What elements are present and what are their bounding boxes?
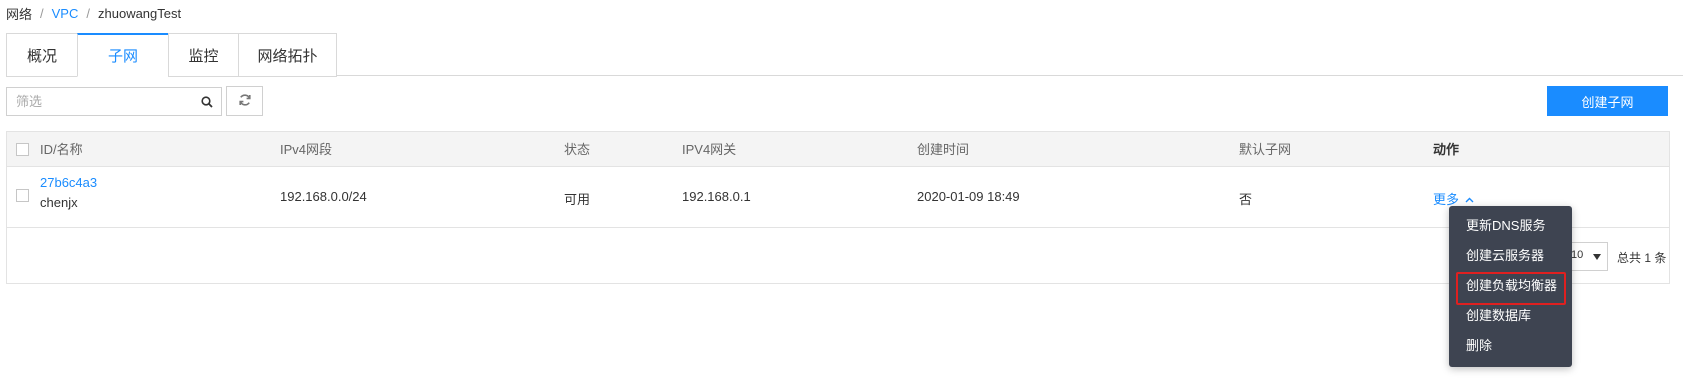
menu-item-create-database[interactable]: 创建数据库: [1449, 301, 1572, 331]
menu-item-create-server[interactable]: 创建云服务器: [1449, 241, 1572, 271]
breadcrumb-vpc[interactable]: VPC: [52, 6, 79, 21]
page-size-select[interactable]: 10: [1568, 242, 1608, 271]
subnet-default: 否: [1239, 192, 1253, 207]
breadcrumb: 网络 / VPC / zhuowangTest: [6, 4, 181, 23]
create-subnet-button[interactable]: 创建子网: [1547, 86, 1668, 116]
table-header: ID/名称 IPv4网段 状态 IPV4网关 创建时间 默认子网 动作: [7, 132, 1669, 167]
subnet-id-link[interactable]: 27b6c4a3: [40, 175, 97, 190]
table-footer: [7, 228, 1669, 283]
search-icon[interactable]: [192, 88, 221, 115]
column-header-status: 状态: [564, 142, 591, 157]
filter-input[interactable]: [7, 88, 192, 115]
breadcrumb-network[interactable]: 网络: [6, 4, 32, 23]
menu-item-delete[interactable]: 删除: [1449, 331, 1572, 361]
subnet-cidr: 192.168.0.0/24: [280, 189, 367, 204]
tab-monitor[interactable]: 监控: [168, 33, 238, 77]
table-row: 27b6c4a3 chenjx 192.168.0.0/24 可用 192.16…: [7, 167, 1669, 228]
breadcrumb-current: zhuowangTest: [98, 6, 182, 21]
subnet-status: 可用: [564, 192, 591, 207]
filter-box: [6, 87, 222, 116]
refresh-button[interactable]: [226, 86, 263, 116]
tab-bar: 概况 子网 监控 网络拓扑: [6, 33, 1683, 77]
tab-subnet[interactable]: 子网: [77, 33, 168, 77]
refresh-icon: [238, 93, 252, 110]
column-header-id-name: ID/名称: [40, 142, 83, 157]
subnet-table: ID/名称 IPv4网段 状态 IPV4网关 创建时间 默认子网 动作 27b6…: [6, 131, 1670, 284]
breadcrumb-separator: /: [86, 6, 90, 21]
column-header-ipv4-cidr: IPv4网段: [280, 142, 333, 157]
column-header-action: 动作: [1433, 142, 1460, 157]
chevron-up-icon: [1465, 191, 1474, 206]
caret-down-icon: [1593, 251, 1601, 263]
row-checkbox[interactable]: [16, 189, 29, 202]
menu-item-update-dns[interactable]: 更新DNS服务: [1449, 211, 1572, 241]
tab-topology[interactable]: 网络拓扑: [238, 33, 337, 77]
breadcrumb-separator: /: [40, 6, 44, 21]
column-header-created-time: 创建时间: [917, 142, 970, 157]
subnet-created-time: 2020-01-09 18:49: [917, 189, 1020, 204]
total-count: 总共 1 条: [1617, 251, 1667, 265]
column-header-default-subnet: 默认子网: [1239, 142, 1292, 157]
column-header-ipv4-gateway: IPV4网关: [682, 142, 737, 157]
select-all-checkbox[interactable]: [16, 143, 29, 156]
subnet-name: chenjx: [40, 195, 78, 210]
subnet-gateway: 192.168.0.1: [682, 189, 751, 204]
tab-overview[interactable]: 概况: [6, 33, 77, 77]
more-actions-menu: 更新DNS服务 创建云服务器 创建负载均衡器 创建数据库 删除: [1449, 206, 1572, 367]
menu-item-create-load-balancer[interactable]: 创建负载均衡器: [1449, 271, 1572, 305]
page-size-value: 10: [1571, 249, 1584, 261]
